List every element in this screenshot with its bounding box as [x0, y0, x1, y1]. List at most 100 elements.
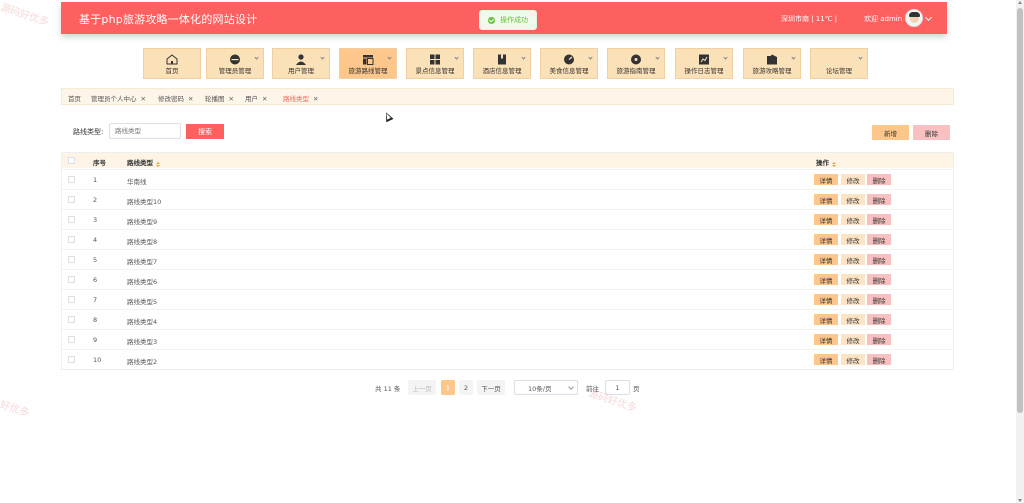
delete-button[interactable]: 删除	[867, 314, 891, 325]
tab-carousel[interactable]: 轮播图 ✕	[205, 93, 234, 103]
detail-button[interactable]: 详情	[814, 194, 838, 205]
delete-button[interactable]: 删除	[867, 274, 891, 285]
row-checkbox[interactable]	[68, 196, 75, 203]
page-scrollbar[interactable]	[1016, 0, 1024, 503]
nav-item-label: 管理员管理	[218, 67, 252, 75]
row-checkbox[interactable]	[68, 216, 75, 223]
delete-button[interactable]: 删除	[867, 294, 891, 305]
delete-button[interactable]: 删除	[867, 254, 891, 265]
row-route-type: 路线类型9	[127, 218, 158, 226]
row-index: 3	[93, 216, 98, 224]
edit-button[interactable]: 修改	[841, 294, 865, 305]
row-route-type: 路线类型4	[127, 318, 158, 326]
nav-item-forum[interactable]: 论坛管理	[810, 48, 868, 79]
row-checkbox[interactable]	[68, 316, 75, 323]
scroll-up-icon[interactable]	[1018, 1, 1022, 4]
edit-button[interactable]: 修改	[841, 354, 865, 365]
nav-item-guide[interactable]: 旅游指南管理	[607, 48, 665, 79]
delete-button[interactable]: 删除	[867, 214, 891, 225]
edit-button[interactable]: 修改	[841, 194, 865, 205]
table-row: 3 路线类型9 详情 修改 删除	[62, 209, 953, 229]
page-size-select[interactable]: 10条/页	[514, 380, 578, 395]
add-button[interactable]: 新增	[872, 125, 909, 140]
edit-button[interactable]: 修改	[841, 214, 865, 225]
tab-home[interactable]: 首页	[68, 93, 81, 103]
column-route-type[interactable]: 路线类型	[127, 157, 160, 167]
row-checkbox[interactable]	[68, 236, 75, 243]
row-route-type: 路线类型2	[127, 358, 158, 366]
delete-button[interactable]: 删除	[867, 354, 891, 365]
row-checkbox[interactable]	[68, 176, 75, 183]
page-button[interactable]: 1	[441, 380, 455, 395]
row-checkbox[interactable]	[68, 256, 75, 263]
nav-item-hotel[interactable]: 酒店信息管理	[473, 48, 531, 79]
row-checkbox[interactable]	[68, 276, 75, 283]
edit-button[interactable]: 修改	[841, 174, 865, 185]
nav-item-scenic[interactable]: 景点信息管理	[406, 48, 464, 79]
row-checkbox[interactable]	[68, 336, 75, 343]
row-index: 2	[93, 196, 98, 204]
detail-button[interactable]: 详情	[814, 214, 838, 225]
close-icon[interactable]: ✕	[262, 95, 267, 103]
data-table: 序号 路线类型 操作 1 华南线 详情 修改 删除 2 路线类型10 详情 修改 删除 3 路线类型9…	[61, 152, 954, 370]
chevron-down-icon	[568, 384, 574, 390]
close-icon[interactable]: ✕	[188, 95, 193, 103]
edit-button[interactable]: 修改	[841, 254, 865, 265]
table-row: 8 路线类型4 详情 修改 删除	[62, 309, 953, 329]
close-icon[interactable]: ✕	[229, 95, 234, 103]
nav-item-user[interactable]: 用户管理	[272, 48, 330, 79]
tab-admin-center[interactable]: 管理员个人中心 ✕	[91, 93, 146, 103]
tab-user[interactable]: 用户 ✕	[245, 93, 267, 103]
close-icon[interactable]: ✕	[141, 95, 146, 103]
nav-item-log[interactable]: 操作日志管理	[675, 48, 733, 79]
prev-page-button[interactable]: 上一页	[408, 380, 436, 395]
avatar[interactable]	[905, 9, 923, 27]
row-route-type: 路线类型6	[127, 278, 158, 286]
select-all-checkbox[interactable]	[68, 157, 75, 164]
row-checkbox[interactable]	[68, 356, 75, 363]
detail-button[interactable]: 详情	[814, 234, 838, 245]
nav-item-home[interactable]: 首页	[143, 48, 201, 79]
next-page-button[interactable]: 下一页	[477, 380, 505, 395]
batch-delete-button[interactable]: 删除	[913, 125, 950, 140]
row-index: 4	[93, 236, 98, 244]
detail-button[interactable]: 详情	[814, 254, 838, 265]
book-icon	[498, 54, 506, 65]
nav-item-label: 美食信息管理	[549, 67, 589, 75]
edit-button[interactable]: 修改	[841, 234, 865, 245]
detail-button[interactable]: 详情	[814, 314, 838, 325]
edit-button[interactable]: 修改	[841, 274, 865, 285]
tab-change-password[interactable]: 修改密码 ✕	[158, 93, 193, 103]
chevron-down-icon[interactable]	[924, 13, 933, 22]
detail-button[interactable]: 详情	[814, 354, 838, 365]
detail-button[interactable]: 详情	[814, 274, 838, 285]
tab-route-type[interactable]: 路线类型 ✕	[283, 93, 318, 103]
nav-item-strategy[interactable]: 旅游攻略管理	[743, 48, 801, 79]
detail-button[interactable]: 详情	[814, 334, 838, 345]
nav-item-food[interactable]: 美食信息管理	[540, 48, 598, 79]
search-input[interactable]	[109, 123, 181, 139]
chevron-down-icon	[791, 55, 796, 60]
edit-button[interactable]: 修改	[841, 334, 865, 345]
row-index: 8	[93, 316, 98, 324]
page-button[interactable]: 2	[459, 380, 473, 395]
nav-item-admin[interactable]: 管理员管理	[206, 48, 264, 79]
detail-button[interactable]: 详情	[814, 294, 838, 305]
table-header: 序号 路线类型 操作	[62, 153, 953, 168]
delete-button[interactable]: 删除	[867, 194, 891, 205]
mouse-cursor	[382, 110, 394, 123]
chevron-down-icon	[521, 55, 526, 60]
success-toast: 操作成功	[479, 10, 537, 30]
scroll-down-icon[interactable]	[1018, 499, 1022, 502]
row-checkbox[interactable]	[68, 296, 75, 303]
search-button[interactable]: 搜索	[186, 124, 224, 139]
detail-button[interactable]: 详情	[814, 174, 838, 185]
delete-button[interactable]: 删除	[867, 234, 891, 245]
scroll-thumb[interactable]	[1017, 8, 1023, 413]
delete-button[interactable]: 删除	[867, 174, 891, 185]
nav-item-route[interactable]: 旅游路线管理	[339, 48, 397, 79]
delete-button[interactable]: 删除	[867, 334, 891, 345]
nav-item-label: 操作日志管理	[684, 67, 724, 75]
close-icon[interactable]: ✕	[313, 95, 318, 103]
edit-button[interactable]: 修改	[841, 314, 865, 325]
